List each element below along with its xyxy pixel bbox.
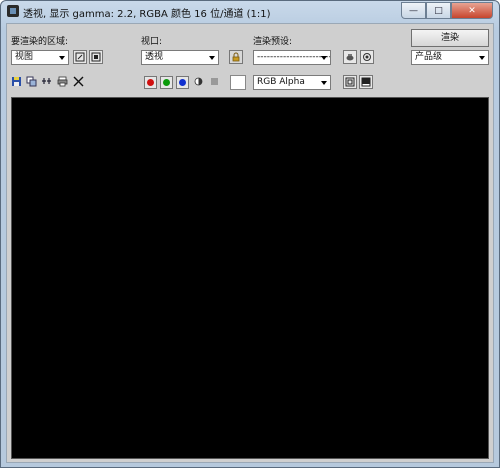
chevron-down-icon xyxy=(209,56,215,60)
auto-region-button[interactable] xyxy=(89,50,103,64)
copy-image-icon[interactable] xyxy=(26,76,37,87)
window-controls: — □ ✕ xyxy=(401,2,493,19)
viewport-value: 透视 xyxy=(145,52,164,62)
edit-region-icon xyxy=(75,52,85,62)
edit-region-button[interactable] xyxy=(73,50,87,64)
chevron-down-icon xyxy=(321,56,327,60)
minimize-button[interactable]: — xyxy=(401,2,426,19)
display-channel-dropdown[interactable]: RGB Alpha xyxy=(253,75,331,90)
lock-viewport-button[interactable] xyxy=(229,50,243,64)
client-area: 要渲染的区域: 视口: 渲染预设: 渲染 视图 透视 -------------… xyxy=(6,23,494,463)
print-icon[interactable] xyxy=(57,76,68,87)
close-button[interactable]: ✕ xyxy=(451,2,493,19)
toggle-ui-button[interactable] xyxy=(359,75,373,89)
render-preset-dropdown[interactable]: ------------------------- xyxy=(253,50,331,65)
effects-icon xyxy=(363,53,371,61)
window-ui-icon xyxy=(361,77,371,87)
area-to-render-value: 视图 xyxy=(15,52,34,62)
chevron-down-icon xyxy=(479,56,485,60)
render-quality-value: 产品级 xyxy=(415,52,443,62)
app-icon xyxy=(7,5,19,17)
title-bar[interactable]: 透视, 显示 gamma: 2.2, RGBA 颜色 16 位/通道 (1:1)… xyxy=(1,1,499,23)
render-setup-button[interactable] xyxy=(343,50,357,64)
area-to-render-label: 要渲染的区域: xyxy=(11,37,69,47)
green-channel-icon xyxy=(163,79,170,86)
lock-icon xyxy=(232,52,240,62)
window-title: 透视, 显示 gamma: 2.2, RGBA 颜色 16 位/通道 (1:1) xyxy=(23,9,271,20)
maximize-button[interactable]: □ xyxy=(426,2,451,19)
clone-frame-icon[interactable] xyxy=(41,76,52,87)
render-frame-window: 透视, 显示 gamma: 2.2, RGBA 颜色 16 位/通道 (1:1)… xyxy=(0,0,500,468)
blue-channel-toggle[interactable] xyxy=(176,76,189,89)
render-preset-value: ------------------------- xyxy=(257,52,331,62)
viewport-dropdown[interactable]: 透视 xyxy=(141,50,219,65)
rendered-frame-viewport[interactable] xyxy=(11,97,489,459)
clear-icon[interactable] xyxy=(73,76,84,87)
render-button[interactable]: 渲染 xyxy=(411,29,489,47)
region-select-icon xyxy=(91,52,101,62)
color-swatch[interactable] xyxy=(230,75,246,90)
monochrome-icon[interactable] xyxy=(210,77,219,86)
chevron-down-icon xyxy=(321,81,327,85)
toggle-ui-overlay-button[interactable] xyxy=(343,75,357,89)
alpha-channel-icon[interactable] xyxy=(194,77,203,86)
chevron-down-icon xyxy=(59,56,65,60)
render-preset-label: 渲染预设: xyxy=(253,37,293,47)
red-channel-toggle[interactable] xyxy=(144,76,157,89)
render-quality-dropdown[interactable]: 产品级 xyxy=(411,50,489,65)
save-image-icon[interactable] xyxy=(11,76,22,87)
environment-effects-button[interactable] xyxy=(360,50,374,64)
area-to-render-dropdown[interactable]: 视图 xyxy=(11,50,69,65)
display-channel-value: RGB Alpha xyxy=(257,77,305,87)
overlay-icon xyxy=(345,77,355,87)
teapot-settings-icon xyxy=(346,54,354,61)
green-channel-toggle[interactable] xyxy=(160,76,173,89)
blue-channel-icon xyxy=(179,79,186,86)
viewport-label: 视口: xyxy=(141,37,163,47)
red-channel-icon xyxy=(147,79,154,86)
